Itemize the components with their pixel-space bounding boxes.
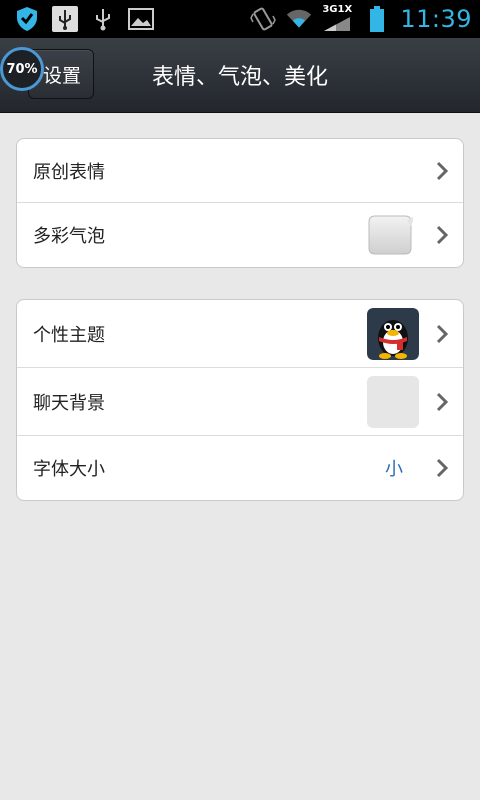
row-label: 个性主题 [33,324,105,346]
bubble-preview-icon [368,215,413,255]
row-label: 多彩气泡 [33,226,105,247]
chevron-right-icon [436,324,449,343]
chevron-right-icon [436,161,449,180]
signal-icon: 3G 1X [322,5,354,33]
usb-icon [52,6,78,32]
progress-badge: 70% [0,47,44,91]
shield-icon [14,6,40,32]
chevron-right-icon [436,458,449,478]
qq-penguin-icon [367,307,419,360]
row-personal-theme[interactable]: 个性主题 [17,300,463,368]
image-icon [128,6,154,32]
row-font-size[interactable]: 字体大小 小 [17,436,463,500]
row-label: 字体大小 [33,459,105,480]
battery-icon [364,6,390,32]
font-size-value: 小 [385,459,403,480]
chevron-right-icon [436,392,449,411]
clock: 11:39 [400,5,472,33]
status-bar: 3G 1X 11:39 [0,0,480,38]
back-button-label: 设置 [42,64,81,87]
row-label: 原创表情 [33,161,105,183]
settings-group-2: 个性主题 聊天背景 字体大小 小 [16,299,464,501]
usb-plain-icon [90,6,116,32]
row-original-emoji[interactable]: 原创表情 [17,139,463,203]
background-preview-thumbnail [367,375,419,428]
network-type-label: 3G [322,4,338,15]
vibrate-icon [250,6,277,32]
row-chat-background[interactable]: 聊天背景 [17,368,463,436]
settings-group-1: 原创表情 多彩气泡 [16,138,464,268]
title-bar: 表情、气泡、美化 设置 70% [0,38,480,113]
progress-badge-label: 70% [6,61,38,77]
chevron-right-icon [436,225,449,245]
row-colorful-bubble[interactable]: 多彩气泡 [17,203,463,267]
row-label: 聊天背景 [33,392,105,414]
wifi-icon [286,6,312,32]
network-type-label-2: 1X [337,4,353,15]
